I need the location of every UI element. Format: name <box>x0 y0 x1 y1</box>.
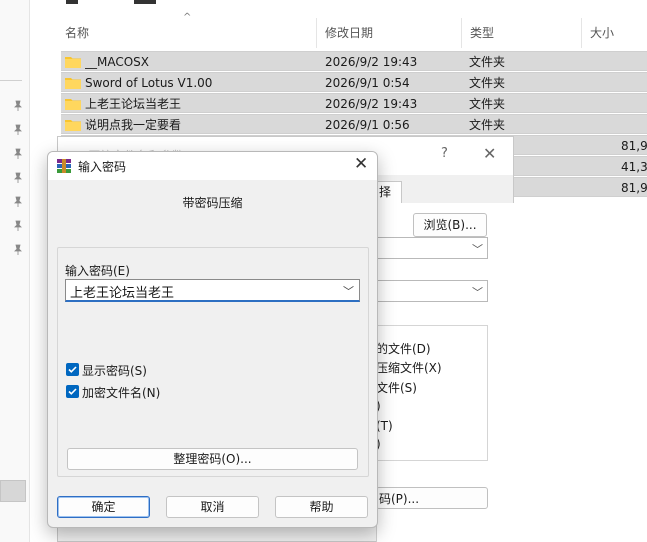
folder-icon <box>65 57 81 68</box>
table-row[interactable]: 上老王论坛当老王 2026/9/2 19:43 文件夹 <box>61 93 647 113</box>
table-row[interactable]: __MACOSX 2026/9/2 19:43 文件夹 <box>61 51 647 71</box>
password-label: 输入密码(E) <box>65 264 130 278</box>
folder-icon <box>65 78 81 89</box>
chevron-down-icon: ﹀ <box>472 243 483 256</box>
password-value: 上老王论坛当老王 <box>70 286 175 301</box>
encrypt-filenames-label[interactable]: 加密文件名(N) <box>82 384 160 401</box>
password-dialog-title: 输入密码 <box>78 160 127 174</box>
column-header-type[interactable]: 类型 <box>462 18 582 48</box>
password-input[interactable]: 上老王论坛当老王 ﹀ <box>65 279 360 302</box>
folder-icon <box>65 99 81 110</box>
encrypt-filenames-checkbox[interactable] <box>66 385 79 398</box>
tab-files[interactable]: 择 <box>376 181 402 203</box>
file-modified: 2026/9/2 19:43 <box>325 97 418 111</box>
file-name: __MACOSX <box>85 55 150 69</box>
file-name: 说明点我一定要看 <box>85 118 182 132</box>
file-list-header: ^ 名称 修改日期 类型 大小 <box>57 12 647 48</box>
option-sfx-archive[interactable]: 压缩文件(X) <box>376 359 442 376</box>
show-password-checkbox[interactable] <box>66 363 79 376</box>
pin-icon[interactable] <box>12 172 24 184</box>
nav-divider <box>0 80 22 81</box>
ok-button[interactable]: 确定 <box>57 496 150 518</box>
table-row[interactable]: Sword of Lotus V1.00 2026/9/1 0:54 文件夹 <box>61 72 647 92</box>
file-type: 文件夹 <box>469 55 506 69</box>
help-button[interactable]: 帮助 <box>275 496 368 518</box>
set-password-button[interactable]: 码(P)... <box>376 487 488 509</box>
pin-icon[interactable] <box>12 220 24 232</box>
organize-passwords-button[interactable]: 整理密码(O)... <box>67 448 358 470</box>
column-header-name[interactable]: 名称 <box>57 18 317 48</box>
winrar-icon <box>57 159 71 173</box>
help-icon[interactable]: ? <box>441 146 448 161</box>
file-modified: 2026/9/2 19:43 <box>325 55 418 69</box>
folder-icon <box>65 120 81 131</box>
show-password-label[interactable]: 显示密码(S) <box>82 362 147 379</box>
nav-selected-item[interactable] <box>0 480 26 502</box>
browse-button[interactable]: 浏览(B)... <box>413 213 487 237</box>
file-type: 文件夹 <box>469 76 506 90</box>
close-icon[interactable]: ✕ <box>483 144 496 163</box>
enter-password-dialog: 输入密码 ✕ 带密码压缩 输入密码(E) 上老王论坛当老王 ﹀ 显示密码(S) … <box>47 151 378 528</box>
archive-name-combo[interactable]: ﹀ <box>376 237 488 259</box>
file-type: 文件夹 <box>469 118 506 132</box>
file-size: 41,366 K <box>621 160 647 174</box>
column-header-size[interactable]: 大小 <box>582 18 647 48</box>
column-header-modified[interactable]: 修改日期 <box>317 18 462 48</box>
navigation-pane <box>0 0 30 542</box>
pin-icon[interactable] <box>12 100 24 112</box>
dialog-heading: 带密码压缩 <box>182 196 243 210</box>
pin-icon[interactable] <box>12 148 24 160</box>
toolbar-fragment <box>30 0 647 6</box>
pin-icon[interactable] <box>12 124 24 136</box>
option-test-files[interactable]: (T) <box>376 419 393 433</box>
check-icon <box>68 366 77 373</box>
file-modified: 2026/9/1 0:56 <box>325 118 410 132</box>
file-name: Sword of Lotus V1.00 <box>85 76 213 90</box>
pin-icon[interactable] <box>12 244 24 256</box>
close-icon[interactable]: ✕ <box>354 154 368 174</box>
table-row[interactable]: 说明点我一定要看 2026/9/1 0:56 文件夹 <box>61 114 647 134</box>
cancel-button[interactable]: 取消 <box>166 496 259 518</box>
check-icon <box>68 388 77 395</box>
password-dialog-titlebar: 输入密码 ✕ <box>48 152 377 180</box>
file-type: 文件夹 <box>469 97 506 111</box>
file-modified: 2026/9/1 0:54 <box>325 76 410 90</box>
chevron-down-icon: ﹀ <box>472 286 483 299</box>
file-size: 81,920 K <box>621 139 647 153</box>
file-name: 上老王论坛当老王 <box>85 97 182 111</box>
option-solid-archive[interactable]: 文件(S) <box>376 379 417 396</box>
update-mode-select[interactable]: ﹀ <box>376 280 488 302</box>
chevron-down-icon[interactable]: ﹀ <box>343 283 354 299</box>
option-delete-files[interactable]: 的文件(D) <box>376 340 431 357</box>
pin-icon[interactable] <box>12 196 24 208</box>
file-size: 81,920 K <box>621 181 647 195</box>
